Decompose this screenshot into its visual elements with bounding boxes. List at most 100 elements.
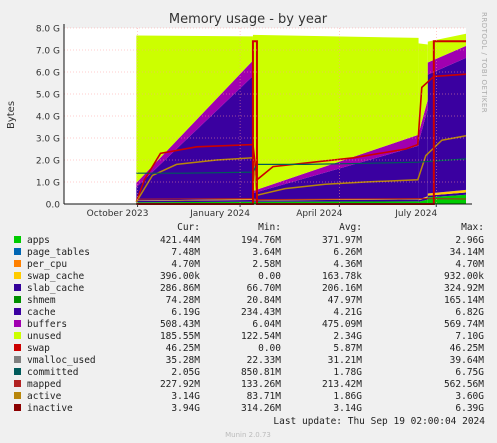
legend-series-name: swap_cache [27, 271, 84, 282]
y-ticks: 0.0 1.0 G 2.0 G 3.0 G 4.0 G 5.0 G 6.0 G 7.0 G 8.… [36, 25, 60, 211]
legend-swatch [14, 296, 21, 303]
legend-value: 6.82G [455, 307, 484, 318]
legend-series-name: buffers [27, 319, 67, 330]
legend-value: 6.26M [333, 247, 362, 258]
y-tick-label: 3.0 G [36, 135, 60, 145]
legend-swatch [14, 368, 21, 375]
legend-swatch [14, 260, 21, 267]
legend-swatch [14, 272, 21, 279]
legend-series-name: inactive [27, 403, 73, 414]
legend-value: 475.09M [322, 319, 362, 330]
legend-value: 22.33M [247, 355, 282, 366]
legend-row-page_tables: page_tables 7.48M 3.64M 6.26M 34.14M [14, 247, 484, 258]
legend: apps 421.44M 194.76M 371.97M 2.96Gpage_table… [14, 235, 484, 414]
chart-title: Memory usage - by year [169, 12, 328, 27]
legend-row-shmem: shmem 74.28M 20.84M 47.97M 165.14M [14, 295, 484, 306]
rrdtool-side-label: RRDTOOL / TOBI OETIKER [480, 12, 488, 113]
legend-value: 3.64M [252, 247, 281, 258]
legend-value: 122.54M [241, 331, 281, 342]
legend-row-committed: committed 2.05G 850.81M 1.78G 6.75G [14, 367, 484, 378]
legend-swatch [14, 236, 21, 243]
legend-column-header: Cur: [177, 222, 200, 233]
legend-row-unused: unused 185.55M 122.54M 2.34G 7.10G [14, 331, 484, 342]
y-tick-label: 8.0 G [36, 25, 60, 35]
memory-usage-chart: Memory usage - by year RRDTOOL / TOBI OE… [6, 12, 488, 439]
legend-value: 371.97M [322, 235, 362, 246]
y-tick-label: 7.0 G [36, 47, 60, 57]
legend-series-name: active [27, 391, 62, 402]
legend-value: 46.25M [166, 343, 201, 354]
legend-series-name: slab_cache [27, 283, 84, 294]
legend-value: 234.43M [241, 307, 281, 318]
legend-row-per_cpu: per_cpu 4.70M 2.58M 4.36M 4.70M [14, 259, 484, 270]
legend-series-name: swap [27, 343, 50, 354]
y-tick-label: 5.0 G [36, 91, 60, 101]
legend-value: 396.00k [160, 271, 200, 282]
legend-series-name: vmalloc_used [27, 355, 96, 366]
legend-value: 850.81M [241, 367, 281, 378]
legend-value: 6.04M [252, 319, 281, 330]
legend-value: 185.55M [160, 331, 200, 342]
legend-value: 4.36M [333, 259, 362, 270]
legend-series-name: committed [27, 367, 78, 378]
legend-swatch [14, 380, 21, 387]
legend-value: 1.78G [333, 367, 362, 378]
legend-column-header: Avg: [339, 222, 362, 233]
legend-swatch [14, 308, 21, 315]
legend-value: 4.21G [333, 307, 362, 318]
legend-row-swap_cache: swap_cache 396.00k 0.00 163.78k 932.00k [14, 271, 484, 282]
x-tick-label: July 2024 [394, 209, 437, 219]
legend-value: 286.86M [160, 283, 200, 294]
legend-value: 6.19G [171, 307, 200, 318]
legend-value: 7.10G [455, 331, 484, 342]
legend-value: 133.26M [241, 379, 281, 390]
legend-value: 47.97M [328, 295, 363, 306]
legend-row-buffers: buffers 508.43M 6.04M 475.09M 569.74M [14, 319, 484, 330]
legend-swatch [14, 392, 21, 399]
legend-value: 66.70M [247, 283, 282, 294]
legend-value: 194.76M [241, 235, 281, 246]
x-tick-label: October 2023 [87, 209, 149, 219]
y-tick-label: 0.0 [46, 201, 61, 211]
legend-value: 213.42M [322, 379, 362, 390]
legend-value: 6.75G [455, 367, 484, 378]
legend-value: 569.74M [444, 319, 484, 330]
legend-value: 4.70M [455, 259, 484, 270]
legend-series-name: page_tables [27, 247, 90, 258]
legend-row-mapped: mapped 227.92M 133.26M 213.42M 562.56M [14, 379, 484, 390]
legend-value: 74.28M [166, 295, 201, 306]
legend-row-swap: swap 46.25M 0.00 5.87M 46.25M [14, 343, 484, 354]
legend-value: 2.05G [171, 367, 200, 378]
legend-value: 39.64M [450, 355, 485, 366]
legend-value: 5.87M [333, 343, 362, 354]
legend-value: 0.00 [258, 271, 281, 282]
x-tick-label: January 2024 [189, 209, 250, 219]
legend-value: 3.60G [455, 391, 484, 402]
legend-row-slab_cache: slab_cache 286.86M 66.70M 206.16M 324.92M [14, 283, 484, 294]
legend-header: Cur: Min: Avg: Max: [177, 222, 484, 233]
legend-value: 508.43M [160, 319, 200, 330]
legend-value: 46.25M [450, 343, 485, 354]
legend-row-inactive: inactive 3.94G 314.26M 3.14G 6.39G [14, 403, 484, 414]
legend-value: 227.92M [160, 379, 200, 390]
last-update-text: Last update: Thu Sep 19 02:00:04 2024 [273, 416, 485, 427]
legend-swatch [14, 404, 21, 411]
legend-swatch [14, 320, 21, 327]
legend-value: 6.39G [455, 403, 484, 414]
legend-swatch [14, 356, 21, 363]
legend-series-name: apps [27, 235, 50, 246]
y-tick-label: 2.0 G [36, 157, 60, 167]
y-tick-label: 4.0 G [36, 113, 60, 123]
legend-value: 2.58M [252, 259, 281, 270]
legend-value: 206.16M [322, 283, 362, 294]
legend-value: 324.92M [444, 283, 484, 294]
x-tick-label: April 2024 [296, 209, 343, 219]
area-series-group [136, 33, 466, 204]
legend-value: 2.34G [333, 331, 362, 342]
y-tick-label: 1.0 G [36, 179, 60, 189]
legend-value: 932.00k [444, 271, 484, 282]
legend-value: 0.00 [258, 343, 281, 354]
legend-value: 35.28M [166, 355, 201, 366]
legend-value: 34.14M [450, 247, 485, 258]
munin-footer: Munin 2.0.73 [225, 431, 271, 439]
